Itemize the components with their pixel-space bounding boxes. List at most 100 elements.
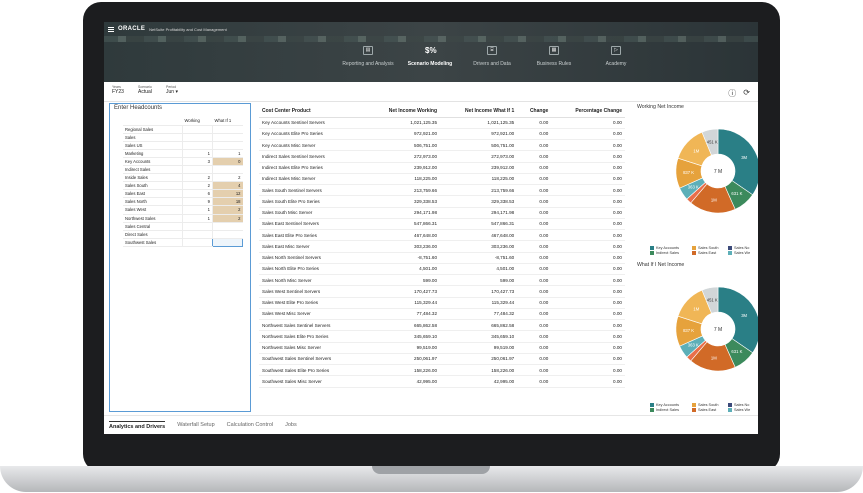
row-label: Northwest Sales Sentinel Servers: [259, 319, 365, 332]
value-cell: 0.00: [551, 218, 625, 231]
column-header[interactable]: Net Income What If 1: [440, 106, 518, 118]
tab-scenario-modeling[interactable]: $% Scenario Modeling: [399, 42, 461, 82]
whatif-input-cell[interactable]: 4: [212, 181, 243, 191]
legend-item[interactable]: Sales No: [728, 403, 758, 407]
pov-scenario[interactable]: Scenario Actual: [138, 85, 152, 96]
tab-academy[interactable]: ▷ Academy: [585, 42, 647, 82]
table-row: Sales North Sentinel Servers -8,751.60 -8,…: [259, 252, 625, 264]
working-cell[interactable]: 1: [182, 214, 213, 223]
whatif-input-cell[interactable]: 18: [212, 197, 243, 207]
tab-reporting-and-analysis[interactable]: ▤ Reporting and Analysis: [337, 42, 399, 82]
panel-title: Enter Headcounts: [114, 105, 163, 111]
legend-item[interactable]: Key Accounts: [650, 403, 692, 407]
menu-icon[interactable]: [108, 26, 114, 32]
value-cell: 0.00: [551, 297, 625, 309]
working-cell[interactable]: 2: [182, 173, 213, 183]
tab-drivers-and-data[interactable]: ⌸ Drivers and Data: [461, 42, 523, 82]
bottom-tab[interactable]: Analytics and Drivers: [109, 420, 166, 430]
legend-item[interactable]: Sales We: [728, 251, 758, 255]
working-cell[interactable]: [182, 141, 213, 150]
legend-whatif: Key Accounts Sales South Sales No Indirect …: [650, 403, 758, 412]
refresh-icon[interactable]: ⟳: [743, 88, 750, 99]
legend-label: Indirect Sales: [656, 408, 680, 412]
legend-label: Sales We: [734, 251, 751, 255]
row-label: Indirect Sales Sentinel Servers: [259, 150, 365, 163]
legend-item[interactable]: Sales East: [692, 408, 728, 412]
bottom-tab[interactable]: Jobs: [285, 422, 297, 428]
headcount-row-label: Southwest Sales: [123, 238, 183, 247]
value-cell: 294,171.98: [440, 207, 518, 219]
pov-years[interactable]: Years FY23: [112, 85, 124, 96]
bottom-tabs: Analytics and Drivers Waterfall Setup Calc…: [104, 415, 758, 434]
whatif-input-cell[interactable]: 1: [212, 149, 243, 158]
working-cell[interactable]: [182, 125, 213, 134]
whatif-input-cell[interactable]: [212, 237, 243, 247]
column-header[interactable]: Percentage Change: [551, 106, 625, 118]
bottom-tab[interactable]: Waterfall Setup: [177, 422, 214, 428]
whatif-input-cell[interactable]: [212, 230, 243, 239]
legend-item[interactable]: Sales We: [728, 408, 758, 412]
value-cell: 0.00: [517, 218, 552, 231]
whatif-input-cell[interactable]: 2: [212, 173, 243, 183]
working-cell[interactable]: [182, 230, 213, 239]
whatif-input-cell[interactable]: [212, 141, 243, 150]
legend-item[interactable]: Key Accounts: [650, 246, 692, 250]
value-cell: 294,171.98: [364, 207, 441, 219]
whatif-input-cell[interactable]: 0: [212, 157, 243, 166]
table-row: Southwest Sales Elite Pro Series 158,226.…: [259, 364, 625, 377]
headcount-row: Key Accounts 3 0: [123, 157, 243, 166]
headcount-row-label: Sales US: [123, 141, 183, 150]
column-header[interactable]: Change: [517, 106, 552, 118]
whatif-input-cell[interactable]: [212, 133, 243, 142]
table-row: Sales North Elite Pro Series 4,501.00 4,50…: [259, 263, 625, 276]
tab-business-rules[interactable]: ▦ Business Rules: [523, 42, 585, 82]
bottom-tab[interactable]: Calculation Control: [227, 422, 273, 428]
working-cell[interactable]: [182, 165, 213, 175]
legend-item[interactable]: Sales East: [692, 251, 728, 255]
row-label: Northwest Sales Elite Pro Series: [259, 330, 365, 343]
working-cell[interactable]: 1: [182, 205, 213, 215]
app-screen: ORACLE NetSuite Profitability and Cost M…: [104, 22, 758, 434]
value-cell: 115,329.44: [364, 297, 441, 309]
value-cell: 0.00: [551, 184, 625, 197]
legend-label: Sales South: [698, 246, 719, 250]
headcount-row-label: Indirect Sales: [123, 165, 183, 175]
pov-period-dropdown[interactable]: Jun ▾: [166, 89, 178, 96]
working-cell[interactable]: 2: [182, 181, 213, 191]
pov-period[interactable]: Period Jun ▾: [166, 85, 178, 96]
legend-item[interactable]: Sales No: [728, 246, 758, 250]
table-row: Sales South Elite Pro Series 329,338.53 32…: [259, 195, 625, 208]
value-cell: 0.00: [517, 319, 552, 332]
working-cell[interactable]: 3: [182, 157, 213, 166]
legend-label: Indirect Sales: [656, 251, 680, 255]
working-cell[interactable]: [182, 133, 213, 142]
legend-item[interactable]: Sales South: [692, 246, 728, 250]
row-label: Southwest Sales Sentinel Servers: [259, 353, 365, 366]
working-cell[interactable]: 6: [182, 189, 213, 199]
working-cell[interactable]: [182, 238, 213, 247]
value-cell: 77,484.32: [364, 308, 441, 321]
whatif-input-cell[interactable]: 2: [212, 205, 243, 215]
info-icon[interactable]: ⓘ: [728, 88, 736, 99]
whatif-input-cell[interactable]: [212, 222, 243, 231]
headcount-row-label: Key Accounts: [123, 157, 183, 166]
legend-item[interactable]: Indirect Sales: [650, 408, 692, 412]
tab-label: Scenario Modeling: [407, 61, 453, 67]
whatif-input-cell[interactable]: 2: [212, 214, 243, 223]
column-header[interactable]: Net Income Working: [364, 106, 441, 118]
working-cell[interactable]: 1: [182, 149, 213, 158]
donut-center-label: 7 M: [714, 169, 722, 175]
value-cell: 0.00: [551, 139, 625, 152]
legend-item[interactable]: Sales South: [692, 403, 728, 407]
headcount-row-label: Regional Sales: [123, 125, 183, 134]
column-header[interactable]: Cost Center Product: [259, 106, 365, 118]
whatif-input-cell[interactable]: [212, 165, 243, 175]
row-label: Southwest Sales Elite Pro Series: [259, 364, 365, 377]
working-cell[interactable]: [182, 222, 213, 231]
whatif-input-cell[interactable]: [212, 125, 243, 134]
legend-item[interactable]: Indirect Sales: [650, 251, 692, 255]
working-net-income-donut: 3M 631 K 1M 363 K 837 K 1M 451 K 7 M: [675, 128, 758, 214]
whatif-input-cell[interactable]: 12: [212, 189, 243, 199]
working-cell[interactable]: 9: [182, 197, 213, 207]
pov-bar: Years FY23 Scenario Actual Period Jun ▾ …: [104, 82, 758, 102]
